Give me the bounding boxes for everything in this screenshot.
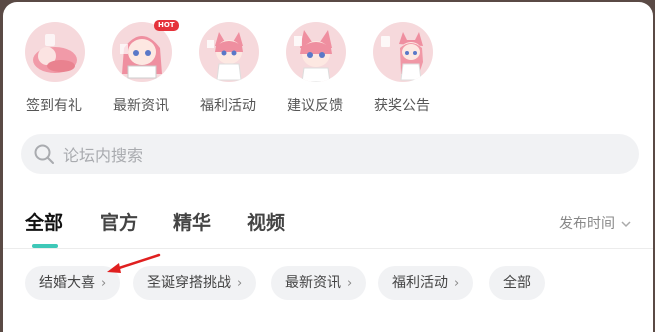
red-arrow-icon xyxy=(107,253,161,273)
award-character-icon xyxy=(373,22,433,82)
shortcut-row: 签到有礼 HOT 最新资讯 福利活动 建议反馈 获奖公告 xyxy=(3,20,653,122)
checkin-character-icon xyxy=(25,22,85,82)
chip-label: 圣诞穿搭挑战 xyxy=(147,275,231,291)
chip-label: 全部 xyxy=(503,275,531,291)
chip-all[interactable]: 全部 xyxy=(489,266,545,300)
shortcut-feedback[interactable]: 建议反馈 xyxy=(280,22,350,122)
shortcut-label: 建议反馈 xyxy=(287,98,343,114)
feedback-character-icon xyxy=(286,22,346,82)
shortcut-label: 最新资讯 xyxy=(113,98,169,114)
search-icon xyxy=(34,144,54,164)
sort-label: 发布时间 xyxy=(559,216,615,232)
chip-label: 最新资讯 xyxy=(285,275,341,291)
tab-featured[interactable]: 精华 xyxy=(173,208,211,235)
shortcut-label: 福利活动 xyxy=(200,98,256,114)
tab-all[interactable]: 全部 xyxy=(25,208,63,235)
shortcut-news[interactable]: HOT 最新资讯 xyxy=(106,20,179,122)
shortcut-checkin[interactable]: 签到有礼 xyxy=(19,22,89,122)
welfare-character-icon xyxy=(199,22,259,82)
chip-latest-news[interactable]: 最新资讯 › xyxy=(271,266,367,300)
tab-video[interactable]: 视频 xyxy=(247,208,285,235)
forum-panel: 签到有礼 HOT 最新资讯 福利活动 建议反馈 获奖公告 论坛内搜索 全部 官方… xyxy=(3,2,653,332)
news-character-icon xyxy=(112,22,172,82)
chevron-right-icon: › xyxy=(347,276,353,291)
shortcut-award[interactable]: 获奖公告 xyxy=(367,22,437,122)
sort-dropdown[interactable]: 发布时间 xyxy=(559,213,631,233)
chip-label: 福利活动 xyxy=(392,275,448,291)
chevron-right-icon: › xyxy=(237,276,243,291)
search-input[interactable] xyxy=(61,134,625,176)
chevron-right-icon: › xyxy=(454,276,460,291)
chevron-down-icon xyxy=(621,221,631,228)
tab-bar: 全部 官方 精华 视频 发布时间 xyxy=(3,202,653,249)
shortcut-welfare[interactable]: 福利活动 xyxy=(193,22,263,122)
search-bar[interactable] xyxy=(21,134,639,176)
shortcut-label: 获奖公告 xyxy=(374,98,430,114)
hot-badge: HOT xyxy=(154,20,179,31)
shortcut-label: 签到有礼 xyxy=(26,98,82,114)
chip-label: 结婚大喜 xyxy=(39,275,95,291)
tab-official[interactable]: 官方 xyxy=(100,208,138,235)
active-tab-indicator xyxy=(32,244,58,248)
chip-welfare[interactable]: 福利活动 › xyxy=(378,266,474,300)
